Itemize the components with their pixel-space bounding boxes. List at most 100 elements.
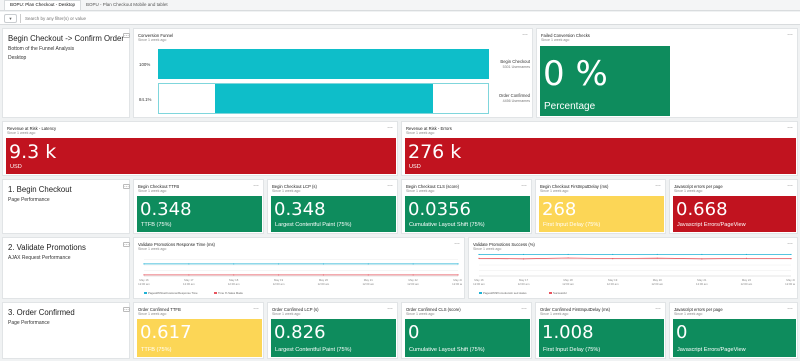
legend-swatch	[549, 292, 552, 294]
data-point[interactable]	[790, 258, 792, 260]
data-point[interactable]	[188, 274, 190, 276]
section-subtitle: Page Performance	[8, 197, 50, 203]
panel-subtitle: Since 1 week ago	[541, 38, 570, 42]
more-icon[interactable]: …	[655, 182, 661, 188]
data-point[interactable]	[567, 257, 569, 259]
data-point[interactable]	[277, 263, 280, 265]
tab-mobile-tablet[interactable]: BOPU - Plan Checkout Mobile and tablet	[81, 0, 173, 10]
funnel-step-value: 5301 Usernames	[502, 65, 530, 69]
section-title: 1. Begin Checkout	[8, 185, 72, 194]
metric-panel: Begin Checkout FirstInputDelay (ms) Sinc…	[535, 179, 666, 234]
more-icon[interactable]: …	[787, 31, 793, 37]
metric-panel: Order Confirmed LCP (s) Since 1 week ago…	[267, 302, 398, 359]
data-point[interactable]	[612, 253, 614, 256]
x-tick-label: 12:00 am	[696, 282, 708, 286]
panel-subtitle: Since 1 week ago	[540, 312, 569, 316]
more-icon[interactable]: …	[123, 307, 130, 312]
more-icon[interactable]: …	[123, 184, 130, 189]
x-tick-label: 12:00 am	[518, 282, 530, 286]
data-point[interactable]	[322, 263, 325, 265]
funnel-bar-order-confirmed[interactable]	[215, 84, 433, 113]
more-icon[interactable]: …	[787, 124, 793, 130]
legend-label: Successful	[553, 291, 567, 295]
metric-panel: Order Confirmed FirstInputDelay (ms) Sin…	[535, 302, 666, 359]
data-point[interactable]	[656, 253, 658, 256]
data-point[interactable]	[233, 263, 235, 265]
metric-value: 0.348	[140, 199, 192, 220]
filter-bar: ▼	[0, 12, 800, 25]
data-point[interactable]	[656, 257, 658, 259]
more-icon[interactable]: …	[387, 182, 393, 188]
data-point[interactable]	[412, 263, 414, 265]
success-chart[interactable]: PagesWithPromotionsIn sed status Successf…	[471, 252, 795, 298]
data-point[interactable]	[745, 253, 748, 256]
panel-subtitle: Since 1 week ago	[272, 189, 301, 193]
response-time-chart[interactable]: PagesWithGetCustomerResponse Time Time % …	[136, 252, 462, 298]
x-tick-label: 12:00 am	[407, 282, 419, 286]
filter-button[interactable]: ▼	[4, 13, 17, 23]
data-point[interactable]	[567, 253, 569, 256]
data-point[interactable]	[143, 263, 145, 265]
validate-section-header: 2. Validate Promotions AJAX Request Perf…	[2, 237, 130, 299]
panel-subtitle: Since 1 week ago	[674, 312, 703, 316]
data-point[interactable]	[701, 258, 703, 260]
more-icon[interactable]: …	[123, 242, 130, 247]
more-icon[interactable]: …	[521, 305, 527, 311]
data-point[interactable]	[478, 257, 480, 259]
metric-panel: Order Confirmed TTFB Since 1 week ago … …	[133, 302, 264, 359]
x-tick-label: 12:00 am	[452, 282, 462, 286]
filter-divider	[20, 13, 21, 23]
more-icon[interactable]: …	[123, 33, 130, 38]
more-icon[interactable]: …	[787, 305, 793, 311]
filter-search-input[interactable]	[25, 15, 225, 21]
data-point[interactable]	[367, 274, 369, 276]
metric-tile: 0.826 Largest Contentful Paint (75%)	[271, 319, 396, 357]
section-subtitle: Bottom of the Funnel Analysis	[8, 46, 75, 52]
metric-value: 0.668	[676, 199, 728, 220]
data-point[interactable]	[412, 274, 414, 276]
more-icon[interactable]: …	[521, 182, 527, 188]
data-point[interactable]	[701, 253, 703, 256]
panel-subtitle: Since 1 week ago	[138, 312, 167, 316]
metric-tile: 0.617 TTFB (75%)	[137, 319, 262, 357]
metric-panel: Javascript errors per page Since 1 week …	[669, 179, 798, 234]
data-point[interactable]	[612, 258, 614, 260]
more-icon[interactable]: …	[522, 31, 528, 37]
more-icon[interactable]: …	[253, 305, 259, 311]
data-point[interactable]	[522, 258, 525, 260]
metric-value: 1.008	[542, 322, 594, 343]
data-point[interactable]	[143, 274, 145, 276]
metric-panel: Begin Checkout TTFB Since 1 week ago … 0…	[133, 179, 264, 234]
data-point[interactable]	[478, 253, 480, 256]
data-point[interactable]	[745, 257, 748, 259]
data-point[interactable]	[233, 274, 235, 276]
panel-subtitle: Since 1 week ago	[138, 38, 167, 42]
data-point[interactable]	[188, 263, 190, 265]
data-point[interactable]	[457, 263, 459, 265]
x-tick-label: 12:00 am	[785, 282, 795, 286]
more-icon[interactable]: …	[454, 240, 460, 246]
funnel-bar-begin-checkout[interactable]	[158, 49, 489, 79]
more-icon[interactable]: …	[253, 182, 259, 188]
metric-value: 0.348	[274, 199, 326, 220]
x-tick-label: 12:00 am	[183, 282, 195, 286]
data-point[interactable]	[322, 274, 325, 276]
data-point[interactable]	[457, 274, 459, 276]
metric-panel: Begin Checkout LCP (s) Since 1 week ago …	[267, 179, 398, 234]
series-line[interactable]	[478, 257, 792, 260]
revenue-errors-panel: Revenue at Risk - Errors Since 1 week ag…	[401, 121, 798, 176]
chart-subtitle: Since 1 week ago	[138, 247, 167, 251]
metric-label: TTFB (75%)	[141, 222, 172, 228]
more-icon[interactable]: …	[655, 305, 661, 311]
tab-desktop[interactable]: BOPU: Plan Checkout - Desktop	[4, 0, 82, 10]
data-point[interactable]	[522, 253, 525, 256]
section-subtitle: Page Performance	[8, 320, 50, 326]
metric-tile: 0 Javascript Errors/PageView	[673, 319, 796, 357]
more-icon[interactable]: …	[787, 240, 793, 246]
more-icon[interactable]: …	[387, 124, 393, 130]
data-point[interactable]	[277, 274, 280, 276]
more-icon[interactable]: …	[387, 305, 393, 311]
more-icon[interactable]: …	[787, 182, 793, 188]
data-point[interactable]	[790, 253, 792, 256]
data-point[interactable]	[367, 263, 369, 265]
